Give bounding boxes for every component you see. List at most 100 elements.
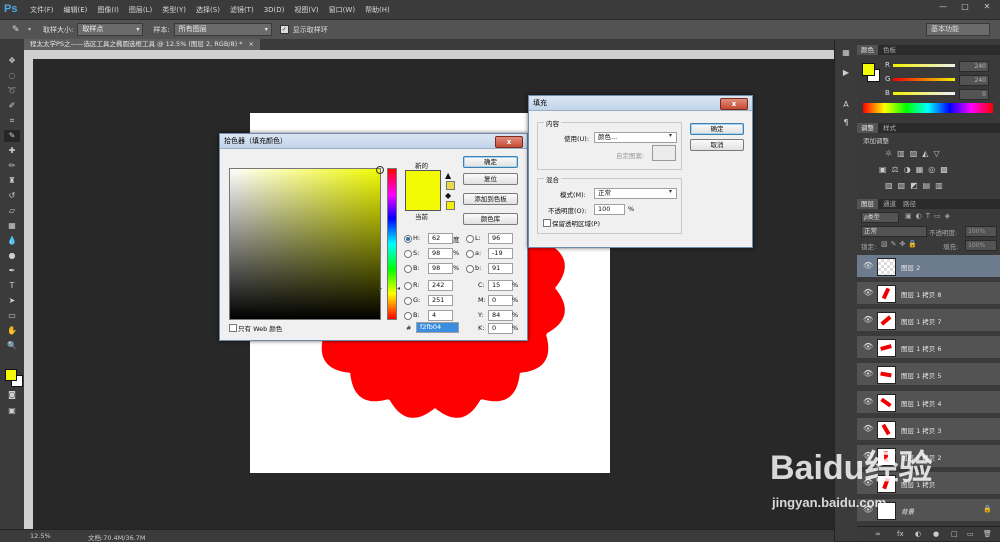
menu-image[interactable]: 图像(I) <box>97 5 119 15</box>
hue-input[interactable]: 62 <box>428 233 453 244</box>
red-input[interactable]: 242 <box>428 280 453 291</box>
zoom-tool-icon[interactable]: 🔍 <box>4 340 20 352</box>
pattern-picker[interactable] <box>652 145 676 161</box>
saturation-brightness-field[interactable] <box>229 166 384 320</box>
radio-a[interactable] <box>466 250 474 258</box>
preserve-transparency-checkbox[interactable] <box>543 219 551 227</box>
slider-g[interactable] <box>893 78 955 81</box>
tab-adjustments[interactable]: 调整 <box>857 123 878 133</box>
marquee-tool-icon[interactable]: ◌ <box>4 70 20 82</box>
trash-icon[interactable]: 🗑 <box>983 530 992 538</box>
link-layers-icon[interactable]: ∞ <box>875 530 881 538</box>
yellow-input[interactable]: 84 <box>488 310 513 321</box>
slider-r[interactable] <box>893 64 955 67</box>
history-brush-icon[interactable]: ↺ <box>4 190 20 202</box>
panel-foreground-swatch[interactable] <box>862 63 875 76</box>
move-tool-icon[interactable]: ✥ <box>4 55 20 67</box>
lock-icons[interactable]: ▨✎✥🔒 <box>881 240 920 248</box>
slider-r-value[interactable]: 240 <box>959 61 989 72</box>
cyan-input[interactable]: 15 <box>488 280 513 291</box>
menu-window[interactable]: 窗口(W) <box>329 5 355 15</box>
layer-row[interactable]: 👁 图层 2 <box>857 255 1000 278</box>
layer-name[interactable]: 图层 1 拷贝 3 <box>901 425 941 435</box>
layer-row[interactable]: 👁 图层 1 拷贝 8 <box>857 282 1000 306</box>
saturation-input[interactable]: 98 <box>428 248 453 259</box>
color-field-cursor[interactable] <box>376 166 384 174</box>
visibility-eye-icon[interactable]: 👁 <box>863 342 873 351</box>
adjustment-icons-row1[interactable]: ☼▥▨◭▽ <box>885 149 945 158</box>
radio-g[interactable] <box>404 297 412 305</box>
visibility-eye-icon[interactable]: 👁 <box>863 397 873 406</box>
web-safe-warning-icon[interactable]: ◆ <box>445 191 451 200</box>
radio-r[interactable] <box>404 282 412 290</box>
eraser-tool-icon[interactable]: ▱ <box>4 205 20 217</box>
web-safe-swatch[interactable] <box>446 201 455 210</box>
maximize-button[interactable]: □ <box>958 2 972 14</box>
visibility-eye-icon[interactable]: 👁 <box>863 288 873 297</box>
use-chevron-icon[interactable]: ▾ <box>669 132 672 139</box>
fill-opacity-input[interactable]: 100 <box>594 204 625 215</box>
radio-lab-b[interactable] <box>466 265 474 273</box>
slider-g-value[interactable]: 240 <box>959 75 989 86</box>
path-select-tool-icon[interactable]: ➤ <box>4 295 20 307</box>
group-icon[interactable]: □ <box>951 530 958 538</box>
adjustment-icons-row2[interactable]: ▣⚖◑▦◎▩ <box>879 165 953 174</box>
quick-select-tool-icon[interactable]: ✐ <box>4 100 20 112</box>
foreground-color-swatch[interactable] <box>5 369 17 381</box>
hex-input[interactable]: f2fb04 <box>416 322 459 333</box>
radio-h[interactable] <box>404 235 412 243</box>
radio-s[interactable] <box>404 250 412 258</box>
gamut-swatch[interactable] <box>446 181 455 190</box>
eyedropper-icon[interactable]: ✎ <box>12 25 26 35</box>
tab-paths[interactable]: 路径 <box>899 199 920 209</box>
show-ring-checkbox[interactable]: ✓ <box>279 25 289 34</box>
shape-tool-icon[interactable]: ▭ <box>4 310 20 322</box>
lab-l-input[interactable]: 96 <box>488 233 513 244</box>
paragraph-panel-icon[interactable]: ¶ <box>838 117 854 129</box>
color-picker-titlebar[interactable]: 拾色器（填充颜色） x <box>220 134 527 149</box>
layer-row[interactable]: 👁 图层 1 拷贝 7 <box>857 309 1000 333</box>
dodge-tool-icon[interactable]: ● <box>4 250 20 262</box>
web-colors-checkbox[interactable] <box>229 324 237 332</box>
brush-tool-icon[interactable]: ✏ <box>4 160 20 172</box>
sample-select[interactable]: 所有图层 <box>173 23 272 36</box>
adjustment-icons-row3[interactable]: ▨▧◩▤▥ <box>885 181 948 190</box>
hand-tool-icon[interactable]: ✋ <box>4 325 20 337</box>
visibility-eye-icon[interactable]: 👁 <box>863 315 873 324</box>
tab-close-icon[interactable]: × <box>249 40 254 48</box>
layer-row[interactable]: 👁 图层 1 拷贝 5 <box>857 363 1000 387</box>
menu-help[interactable]: 帮助(H) <box>365 5 390 15</box>
green-input[interactable]: 251 <box>428 295 453 306</box>
blend-mode-select[interactable]: 正常 <box>861 226 927 237</box>
menu-file[interactable]: 文件(F) <box>30 5 54 15</box>
visibility-eye-icon[interactable]: 👁 <box>863 369 873 378</box>
sample-size-select[interactable]: 取样点 <box>77 23 144 36</box>
layer-row[interactable]: 👁 图层 1 拷贝 4 <box>857 390 1000 414</box>
history-panel-icon[interactable]: ▦ <box>838 47 854 59</box>
tab-swatches[interactable]: 色板 <box>879 45 900 55</box>
color-libraries-button[interactable]: 颜色库 <box>463 213 518 225</box>
pen-tool-icon[interactable]: ✒ <box>4 265 20 277</box>
adjustment-layer-icon[interactable]: ● <box>933 530 939 538</box>
fill-titlebar[interactable]: 填充 x <box>529 96 752 111</box>
document-tab[interactable]: 程太太学PS之——选区工具之椭圆选框工具 @ 12.5% (图层 2, RGB/… <box>24 39 260 50</box>
chevron-down-icon[interactable]: ▾ <box>28 26 31 33</box>
menu-filter[interactable]: 滤镜(T) <box>230 5 254 15</box>
brightness-input[interactable]: 98 <box>428 263 453 274</box>
close-button[interactable]: ✕ <box>980 2 994 14</box>
hue-slider[interactable] <box>387 168 397 320</box>
magenta-input[interactable]: 0 <box>488 295 513 306</box>
picker-reset-button[interactable]: 复位 <box>463 173 518 185</box>
new-layer-icon[interactable]: ▭ <box>967 530 974 538</box>
color-ramp[interactable] <box>863 103 993 113</box>
tab-channels[interactable]: 通道 <box>879 199 900 209</box>
layer-name[interactable]: 图层 1 拷贝 8 <box>901 289 941 299</box>
out-of-gamut-warning-icon[interactable]: ▲ <box>445 171 451 180</box>
lab-a-input[interactable]: -19 <box>488 248 513 259</box>
lasso-tool-icon[interactable]: ➰ <box>4 85 20 97</box>
radio-l[interactable] <box>466 235 474 243</box>
layer-name[interactable]: 图层 1 拷贝 7 <box>901 316 941 326</box>
lab-b-input[interactable]: 91 <box>488 263 513 274</box>
current-color-swatch[interactable] <box>405 190 441 211</box>
picker-ok-button[interactable]: 确定 <box>463 156 518 168</box>
